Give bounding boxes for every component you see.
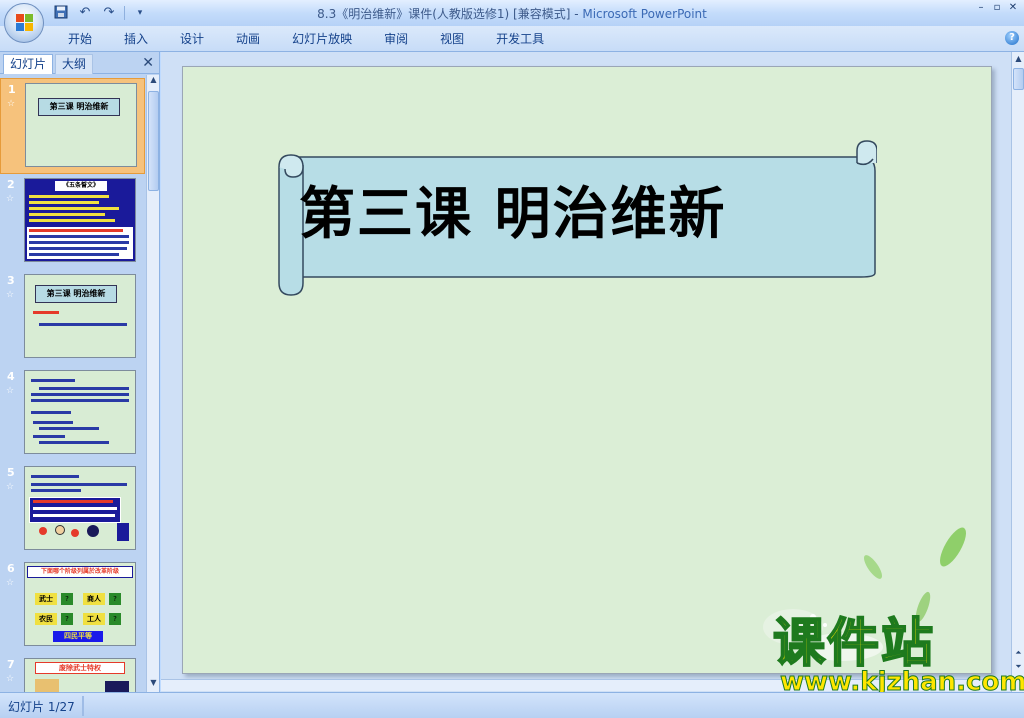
- tab-animation[interactable]: 动画: [220, 30, 276, 48]
- tab-view[interactable]: 视图: [424, 30, 480, 48]
- thumbnail-preview: 第三课 明治维新: [24, 274, 136, 358]
- thumbnail-preview: [24, 370, 136, 454]
- transition-star-icon: ☆: [6, 194, 15, 204]
- tab-home[interactable]: 开始: [52, 30, 108, 48]
- slide-number: 5: [7, 466, 15, 479]
- slide-number: 4: [7, 370, 15, 383]
- thumbnail-cell: 农民: [35, 613, 57, 625]
- slide-number: 1: [8, 83, 16, 96]
- tab-outline[interactable]: 大纲: [55, 54, 94, 74]
- tab-slideshow[interactable]: 幻灯片放映: [276, 30, 368, 48]
- slide-editing-area: 第三课 明治维新: [161, 52, 1011, 692]
- tab-review[interactable]: 审阅: [368, 30, 424, 48]
- scrollbar-thumb[interactable]: [148, 91, 159, 191]
- transition-star-icon: ☆: [6, 578, 15, 588]
- thumbnail-preview: 下面哪个阶级列属於改革阶级 武士 ? 商人 ? 农民 ? 工人 ? 四民平等: [24, 562, 136, 646]
- slide-number: 2: [7, 178, 15, 191]
- document-title: 8.3《明治维新》课件(人教版选修1) [兼容模式]: [317, 7, 571, 21]
- thumbnail-cell: 四民平等: [53, 631, 103, 642]
- slide-thumbnail-5[interactable]: 5 ☆: [0, 462, 145, 558]
- thumbnail-cell: 武士: [35, 593, 57, 605]
- current-slide[interactable]: 第三课 明治维新: [182, 66, 992, 674]
- thumbnail-title: 废除武士特权: [35, 662, 125, 674]
- office-logo-icon: [16, 14, 34, 32]
- slide-number: 6: [7, 562, 15, 575]
- thumbnail-preview: 废除武士特权: [24, 658, 136, 692]
- status-bar: 幻灯片 1/27: [0, 692, 1024, 718]
- pane-tabs: 幻灯片 大纲 ✕: [0, 52, 160, 74]
- slide-title[interactable]: 第三课 明治维新: [299, 180, 819, 250]
- tab-slides[interactable]: 幻灯片: [3, 54, 54, 74]
- office-button[interactable]: [4, 3, 44, 43]
- thumbnail-cell: ?: [109, 593, 121, 605]
- thumbnail-preview: 《五条誓文》: [24, 178, 136, 262]
- slide-counter: 幻灯片 1/27: [8, 700, 75, 714]
- slide-thumbnails: 1 ☆ 第三课 明治维新 2 ☆ 《五条誓文》 3 ☆ 第三课 明治维新 4 ☆…: [0, 75, 145, 692]
- window-controls: – ▫ ✕: [974, 2, 1020, 14]
- thumbnail-scrollbar[interactable]: ▲ ▼: [146, 75, 159, 692]
- scroll-up-icon[interactable]: ▲: [147, 75, 160, 89]
- minimize-icon[interactable]: –: [974, 2, 988, 14]
- ribbon-tabs: 开始 插入 设计 动画 幻灯片放映 审阅 视图 开发工具: [52, 30, 560, 48]
- slide-thumbnail-6[interactable]: 6 ☆ 下面哪个阶级列属於改革阶级 武士 ? 商人 ? 农民 ? 工人 ? 四民…: [0, 558, 145, 654]
- help-icon[interactable]: ?: [1005, 31, 1019, 45]
- scroll-down-icon[interactable]: ▼: [147, 678, 160, 692]
- slide-thumbnail-3[interactable]: 3 ☆ 第三课 明治维新: [0, 270, 145, 366]
- thumbnail-title: 第三课 明治维新: [35, 285, 117, 303]
- slide-thumbnail-2[interactable]: 2 ☆ 《五条誓文》: [0, 174, 145, 270]
- window-title: 8.3《明治维新》课件(人教版选修1) [兼容模式] - Microsoft P…: [0, 5, 1024, 22]
- thumbnail-cell: 商人: [83, 593, 105, 605]
- thumbnail-preview: [24, 466, 136, 550]
- scrollbar-thumb[interactable]: [1013, 68, 1024, 90]
- previous-slide-icon[interactable]: ⏶: [1012, 646, 1024, 660]
- transition-star-icon: ☆: [7, 99, 16, 109]
- tab-design[interactable]: 设计: [164, 30, 220, 48]
- scroll-up-icon[interactable]: ▲: [1012, 52, 1024, 66]
- tab-developer[interactable]: 开发工具: [480, 30, 560, 48]
- thumbnail-cell: ?: [109, 613, 121, 625]
- thumbnail-preview: 第三课 明治维新: [25, 83, 137, 167]
- slide-scrollbar[interactable]: ▲ ⏶ ⏷: [1011, 52, 1024, 692]
- thumbnail-title: 下面哪个阶级列属於改革阶级: [27, 566, 133, 578]
- watermark-logo: 课件站: [772, 614, 936, 674]
- status-separator: [82, 696, 84, 716]
- restore-icon[interactable]: ▫: [990, 2, 1004, 14]
- slide-thumbnail-7[interactable]: 7 ☆ 废除武士特权: [0, 654, 145, 692]
- ribbon: 开始 插入 设计 动画 幻灯片放映 审阅 视图 开发工具 ?: [0, 26, 1024, 52]
- thumbnail-title: 第三课 明治维新: [38, 98, 120, 116]
- transition-star-icon: ☆: [6, 674, 15, 684]
- thumbnail-cell: 工人: [83, 613, 105, 625]
- thumbnail-cell: ?: [61, 593, 73, 605]
- slide-number: 7: [7, 658, 15, 671]
- thumbnail-cell: ?: [61, 613, 73, 625]
- title-separator: -: [570, 7, 583, 21]
- transition-star-icon: ☆: [6, 290, 15, 300]
- thumbnail-title: 《五条誓文》: [55, 181, 107, 191]
- slide-number: 3: [7, 274, 15, 287]
- close-icon[interactable]: ✕: [1006, 2, 1020, 14]
- transition-star-icon: ☆: [6, 482, 15, 492]
- slide-thumbnail-4[interactable]: 4 ☆: [0, 366, 145, 462]
- slides-pane: 幻灯片 大纲 ✕ 1 ☆ 第三课 明治维新 2 ☆ 《五条誓文》 3 ☆ 第三课…: [0, 52, 160, 692]
- slide-thumbnail-1[interactable]: 1 ☆ 第三课 明治维新: [0, 78, 145, 174]
- tab-insert[interactable]: 插入: [108, 30, 164, 48]
- app-name: Microsoft PowerPoint: [582, 7, 707, 21]
- close-pane-icon[interactable]: ✕: [142, 55, 154, 71]
- title-bar: ↶ ↷ ▾ 8.3《明治维新》课件(人教版选修1) [兼容模式] - Micro…: [0, 0, 1024, 26]
- transition-star-icon: ☆: [6, 386, 15, 396]
